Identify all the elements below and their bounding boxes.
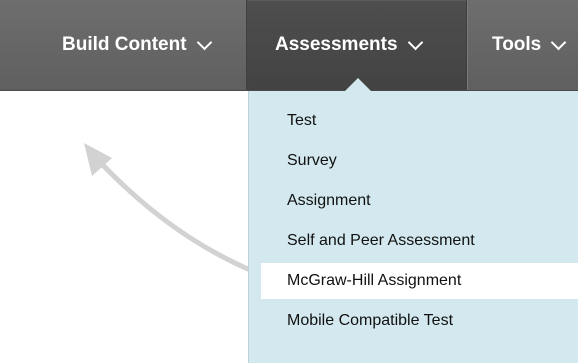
build-content-button[interactable]: Build Content <box>62 0 212 90</box>
menu-item-label: Test <box>287 112 317 129</box>
menu-item-test[interactable]: Test <box>261 103 578 139</box>
menu-item-assignment[interactable]: Assignment <box>261 183 578 219</box>
tools-button[interactable]: Tools <box>492 0 567 90</box>
menu-item-mcgraw-hill-assignment[interactable]: McGraw-Hill Assignment <box>261 263 578 299</box>
menu-item-label: Mobile Compatible Test <box>287 312 454 329</box>
action-bar: Build Content Assessments Tools <box>0 0 578 91</box>
menu-item-label: Assignment <box>287 192 371 209</box>
assessments-dropdown-menu: Test Survey Assignment Self and Peer Ass… <box>248 91 578 363</box>
divider <box>466 0 467 90</box>
chevron-down-icon <box>550 34 567 50</box>
menu-item-survey[interactable]: Survey <box>261 143 578 179</box>
assessments-button[interactable]: Assessments <box>247 0 466 90</box>
menu-caret <box>344 78 372 92</box>
assessments-label: Assessments <box>275 34 398 55</box>
menu-item-self-and-peer-assessment[interactable]: Self and Peer Assessment <box>261 223 578 259</box>
menu-item-label: McGraw-Hill Assignment <box>287 272 462 289</box>
chevron-down-icon <box>196 34 212 50</box>
tools-label: Tools <box>492 34 542 55</box>
build-content-label: Build Content <box>62 34 187 55</box>
chevron-down-icon <box>407 34 423 50</box>
menu-item-mobile-compatible-test[interactable]: Mobile Compatible Test <box>261 303 578 339</box>
menu-item-label: Survey <box>287 152 337 169</box>
course-content-page: Build Content Assessments Tools Test Sur… <box>0 0 578 363</box>
menu-item-label: Self and Peer Assessment <box>287 232 475 249</box>
